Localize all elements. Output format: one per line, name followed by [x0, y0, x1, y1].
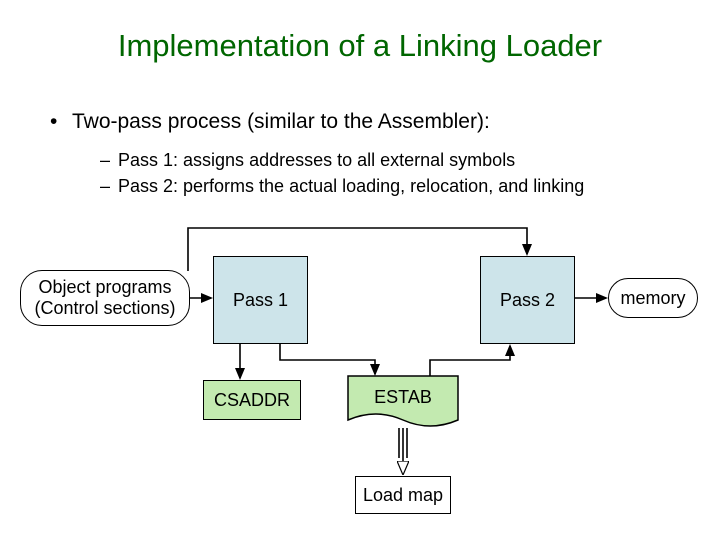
memory-label: memory [620, 288, 685, 309]
pass2-label: Pass 2 [500, 290, 555, 311]
sub-bullet-2-text: Pass 2: performs the actual loading, rel… [118, 176, 584, 196]
estab-label: ESTAB [374, 387, 432, 408]
sub-bullet-2: –Pass 2: performs the actual loading, re… [100, 176, 584, 197]
node-loadmap: Load map [355, 476, 451, 514]
pass1-label: Pass 1 [233, 290, 288, 311]
page-title: Implementation of a Linking Loader [0, 28, 720, 64]
bullet-main: •Two-pass process (similar to the Assemb… [50, 110, 490, 134]
node-memory: memory [608, 278, 698, 318]
objprog-line2: (Control sections) [34, 298, 175, 319]
node-pass2: Pass 2 [480, 256, 575, 344]
bullet-main-text: Two-pass process (similar to the Assembl… [72, 110, 490, 133]
objprog-line1: Object programs [34, 277, 175, 298]
node-object-programs: Object programs (Control sections) [20, 270, 190, 326]
csaddr-label: CSADDR [214, 390, 290, 411]
loadmap-label: Load map [363, 485, 443, 506]
node-pass1: Pass 1 [213, 256, 308, 344]
node-estab: ESTAB [348, 382, 458, 412]
sub-bullet-1: –Pass 1: assigns addresses to all extern… [100, 150, 515, 171]
sub-bullet-1-text: Pass 1: assigns addresses to all externa… [118, 150, 515, 170]
node-csaddr: CSADDR [203, 380, 301, 420]
